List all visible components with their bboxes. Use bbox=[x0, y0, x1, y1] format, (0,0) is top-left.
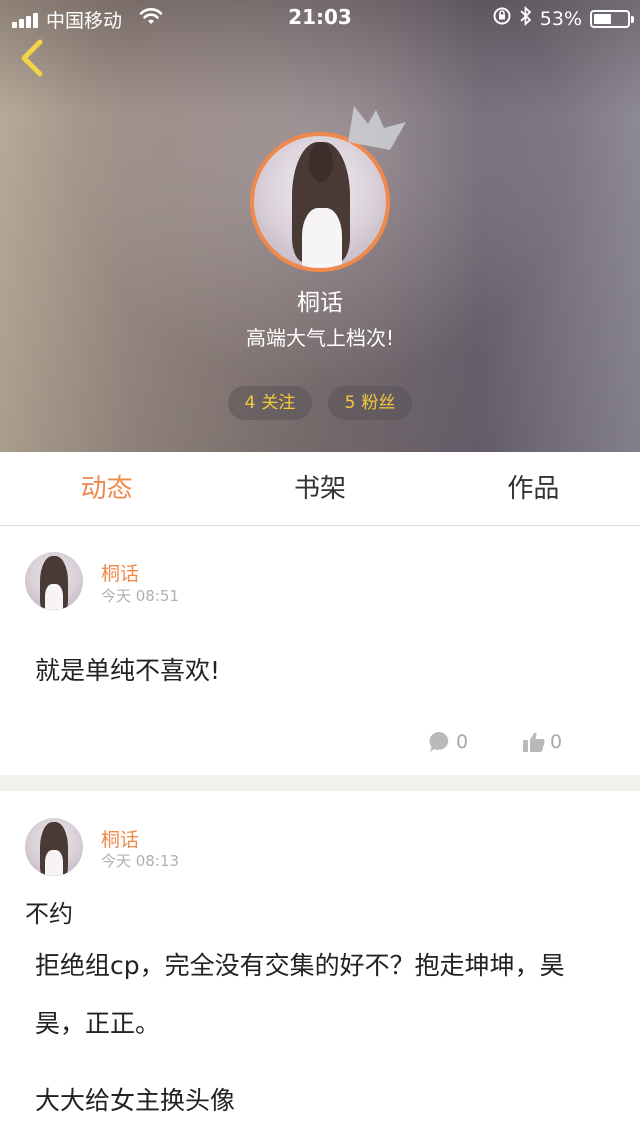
like-button[interactable]: 0 bbox=[522, 731, 562, 753]
fans-label: 粉丝 bbox=[361, 393, 396, 413]
chevron-left-icon bbox=[21, 39, 43, 77]
profile-bio: 高端大气上档次! bbox=[245, 326, 395, 350]
post-text: 就是单纯不喜欢! bbox=[35, 656, 221, 685]
following-label: 关注 bbox=[261, 393, 296, 413]
post-author[interactable]: 桐话 bbox=[101, 559, 139, 586]
feed-post: 桐话 今天 08:13 不约 拒绝组cp，完全没有交集的好不？抱走坤坤，昊昊，正… bbox=[0, 791, 640, 1139]
post-actions: 0 0 bbox=[0, 731, 640, 761]
like-count: 0 bbox=[550, 731, 563, 753]
status-bar: 中国移动 21:03 53% bbox=[0, 0, 640, 36]
following-count: 4 bbox=[244, 393, 256, 413]
post-time: 今天 08:51 bbox=[101, 587, 179, 605]
post-extra-text: 大大给女主换头像 bbox=[35, 1086, 236, 1115]
crown-icon bbox=[348, 106, 406, 150]
orientation-lock-icon bbox=[492, 6, 512, 31]
profile-name: 桐话 bbox=[297, 290, 343, 316]
profile-avatar-wrap bbox=[250, 106, 406, 272]
avatar[interactable] bbox=[25, 818, 83, 876]
back-button[interactable] bbox=[14, 36, 54, 80]
profile-tabs: 动态 书架 作品 bbox=[0, 452, 640, 526]
profile-header: 中国移动 21:03 53% 桐话 高端大气上档次! 4 关注 5 粉丝 bbox=[0, 0, 640, 452]
following-stat-button[interactable]: 4 关注 bbox=[228, 386, 312, 420]
tab-bookshelf[interactable]: 书架 bbox=[213, 452, 426, 525]
comment-button[interactable]: 0 bbox=[428, 731, 468, 753]
fans-stat-button[interactable]: 5 粉丝 bbox=[328, 386, 412, 420]
bluetooth-icon bbox=[520, 5, 532, 31]
feed-post: 桐话 今天 08:51 就是单纯不喜欢! 0 0 bbox=[0, 527, 640, 775]
fans-count: 5 bbox=[344, 393, 356, 413]
feed-divider bbox=[0, 775, 640, 791]
post-author[interactable]: 桐话 bbox=[101, 825, 139, 852]
thumbs-up-icon bbox=[523, 732, 545, 752]
avatar[interactable] bbox=[25, 552, 83, 610]
post-text: 拒绝组cp，完全没有交集的好不？抱走坤坤，昊昊，正正。 bbox=[35, 951, 565, 1038]
post-time: 今天 08:13 bbox=[101, 852, 179, 870]
tab-activity[interactable]: 动态 bbox=[0, 452, 213, 525]
comment-count: 0 bbox=[456, 731, 469, 753]
post-title: 不约 bbox=[25, 900, 73, 928]
tab-works[interactable]: 作品 bbox=[427, 452, 640, 525]
battery-icon bbox=[590, 9, 634, 28]
battery-percent: 53% bbox=[539, 7, 582, 30]
comment-bubble-icon bbox=[429, 731, 449, 752]
